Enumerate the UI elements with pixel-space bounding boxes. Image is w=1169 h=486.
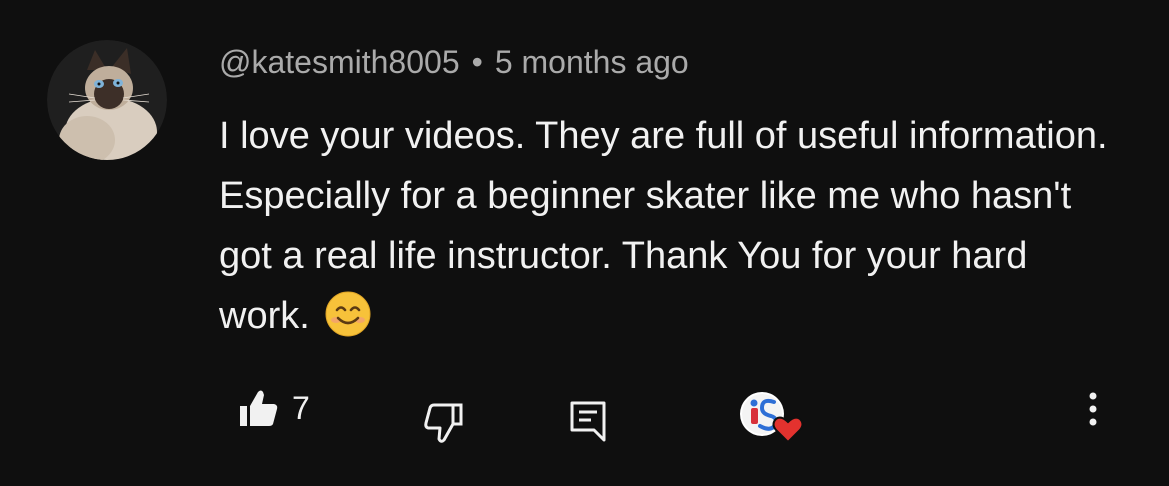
creator-heart-badge	[740, 390, 806, 446]
comment-text-block: I love your videos. They are full of use…	[219, 106, 1119, 356]
like-button[interactable]	[238, 388, 278, 430]
creator-heart-icon	[740, 392, 804, 444]
reply-icon	[570, 401, 606, 442]
thumbs-down-icon	[424, 403, 463, 443]
more-options-button[interactable]	[1078, 390, 1108, 430]
comment-time[interactable]: 5 months ago	[495, 44, 689, 80]
comment-meta: @katesmith8005 • 5 months ago	[219, 42, 689, 82]
cat-avatar-image	[47, 40, 167, 160]
like-count: 7	[292, 390, 310, 426]
meta-separator: •	[471, 44, 483, 80]
avatar[interactable]	[47, 40, 167, 160]
smiling-face-emoji	[324, 290, 372, 356]
thumbs-up-icon	[240, 390, 278, 426]
more-vert-icon	[1089, 392, 1097, 426]
reply-button[interactable]	[569, 400, 607, 442]
dislike-button[interactable]	[422, 402, 464, 444]
author-name[interactable]: @katesmith8005	[219, 44, 460, 80]
comment-card: @katesmith8005 • 5 months ago I love your …	[0, 0, 1169, 486]
